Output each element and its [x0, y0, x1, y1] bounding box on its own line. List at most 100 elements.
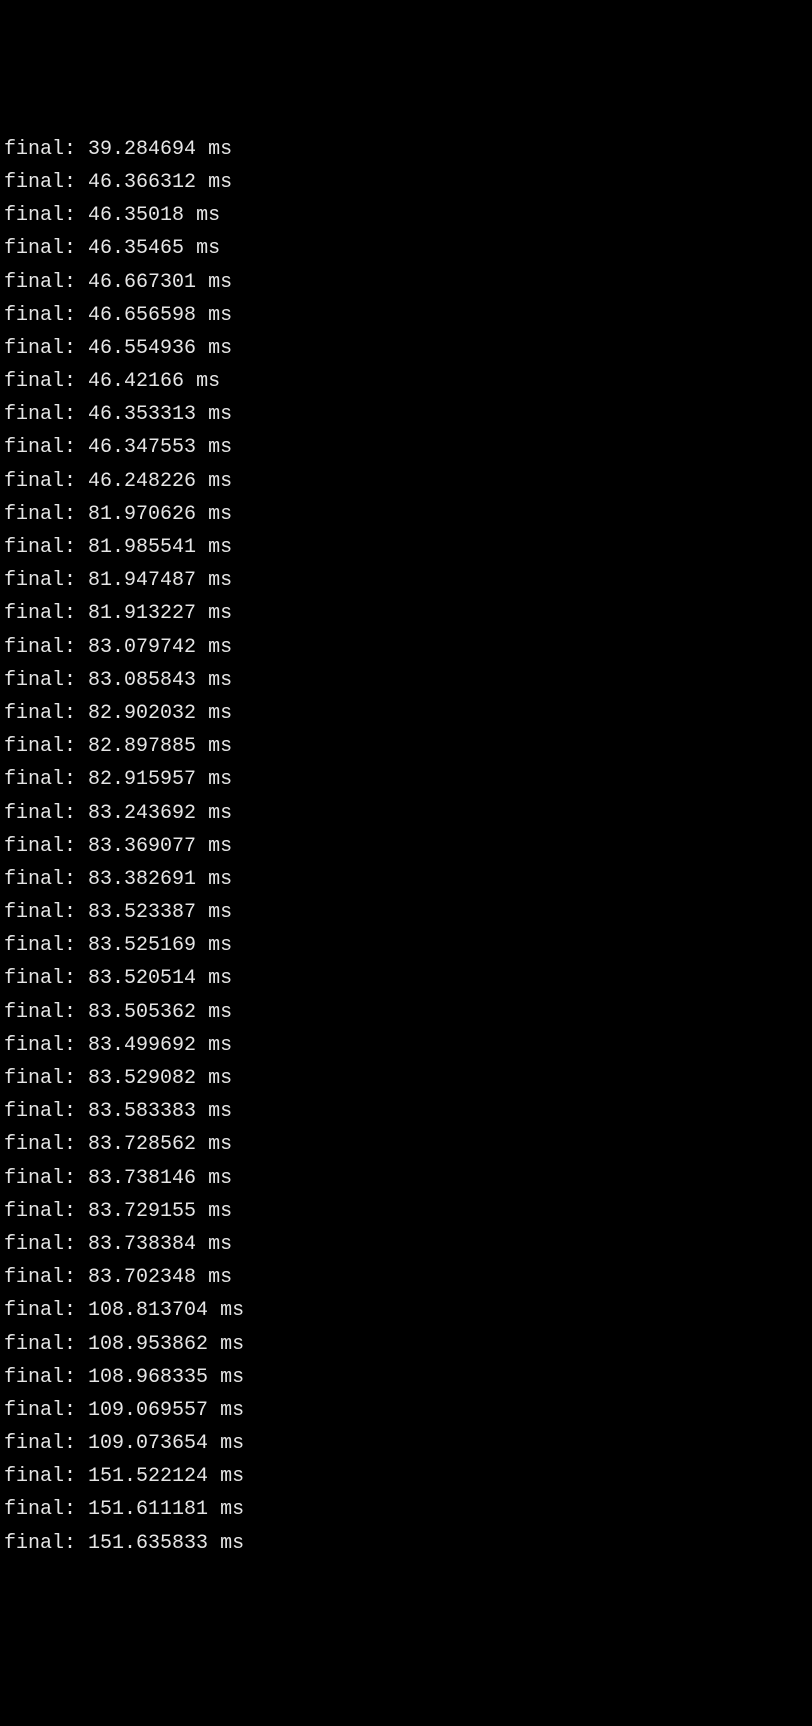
log-label: final: — [4, 1299, 76, 1322]
log-value: 108.968335 — [88, 1366, 208, 1389]
log-unit: ms — [220, 1498, 244, 1521]
log-line: final: 108.813704 ms — [4, 1294, 808, 1327]
log-value: 46.554936 — [88, 337, 196, 360]
log-label: final: — [4, 337, 76, 360]
log-line: final: 83.738384 ms — [4, 1228, 808, 1261]
log-unit: ms — [208, 1067, 232, 1090]
log-label: final: — [4, 204, 76, 227]
log-value: 82.915957 — [88, 768, 196, 791]
log-value: 108.953862 — [88, 1333, 208, 1356]
log-value: 46.656598 — [88, 304, 196, 327]
log-line: final: 151.522124 ms — [4, 1460, 808, 1493]
log-value: 109.069557 — [88, 1399, 208, 1422]
log-line: final: 83.505362 ms — [4, 996, 808, 1029]
log-line: final: 151.635833 ms — [4, 1527, 808, 1560]
log-value: 46.353313 — [88, 403, 196, 426]
log-line: final: 83.520514 ms — [4, 962, 808, 995]
log-label: final: — [4, 1233, 76, 1256]
log-value: 46.42166 — [88, 370, 184, 393]
log-value: 83.728562 — [88, 1133, 196, 1156]
log-label: final: — [4, 1366, 76, 1389]
log-line: final: 83.523387 ms — [4, 896, 808, 929]
log-value: 83.729155 — [88, 1200, 196, 1223]
log-line: final: 82.902032 ms — [4, 697, 808, 730]
log-value: 83.085843 — [88, 669, 196, 692]
log-unit: ms — [220, 1399, 244, 1422]
log-line: final: 81.985541 ms — [4, 531, 808, 564]
log-unit: ms — [208, 304, 232, 327]
log-label: final: — [4, 967, 76, 990]
log-unit: ms — [208, 470, 232, 493]
log-unit: ms — [208, 436, 232, 459]
log-line: final: 83.382691 ms — [4, 863, 808, 896]
log-label: final: — [4, 304, 76, 327]
log-line: final: 39.284694 ms — [4, 133, 808, 166]
log-label: final: — [4, 536, 76, 559]
log-value: 83.382691 — [88, 868, 196, 891]
log-label: final: — [4, 237, 76, 260]
log-unit: ms — [208, 1001, 232, 1024]
log-value: 46.35465 — [88, 237, 184, 260]
log-unit: ms — [208, 735, 232, 758]
log-label: final: — [4, 1498, 76, 1521]
log-value: 151.635833 — [88, 1532, 208, 1555]
log-line: final: 109.069557 ms — [4, 1394, 808, 1427]
log-label: final: — [4, 271, 76, 294]
log-line: final: 46.35465 ms — [4, 232, 808, 265]
log-value: 81.947487 — [88, 569, 196, 592]
log-label: final: — [4, 171, 76, 194]
log-unit: ms — [196, 237, 220, 260]
log-value: 46.248226 — [88, 470, 196, 493]
log-label: final: — [4, 403, 76, 426]
log-value: 83.738384 — [88, 1233, 196, 1256]
log-value: 83.529082 — [88, 1067, 196, 1090]
log-line: final: 46.42166 ms — [4, 365, 808, 398]
log-label: final: — [4, 901, 76, 924]
log-unit: ms — [208, 901, 232, 924]
log-label: final: — [4, 370, 76, 393]
log-line: final: 81.947487 ms — [4, 564, 808, 597]
log-unit: ms — [208, 602, 232, 625]
log-label: final: — [4, 1034, 76, 1057]
log-label: final: — [4, 1167, 76, 1190]
log-value: 83.079742 — [88, 636, 196, 659]
log-unit: ms — [208, 1133, 232, 1156]
log-unit: ms — [208, 138, 232, 161]
log-value: 151.611181 — [88, 1498, 208, 1521]
log-label: final: — [4, 436, 76, 459]
log-label: final: — [4, 934, 76, 957]
log-unit: ms — [208, 1100, 232, 1123]
log-label: final: — [4, 1465, 76, 1488]
log-unit: ms — [208, 702, 232, 725]
log-unit: ms — [208, 569, 232, 592]
log-unit: ms — [220, 1465, 244, 1488]
log-value: 81.913227 — [88, 602, 196, 625]
log-unit: ms — [208, 337, 232, 360]
log-value: 83.369077 — [88, 835, 196, 858]
log-line: final: 83.729155 ms — [4, 1195, 808, 1228]
log-unit: ms — [208, 669, 232, 692]
log-label: final: — [4, 1399, 76, 1422]
log-value: 83.243692 — [88, 802, 196, 825]
log-unit: ms — [208, 835, 232, 858]
log-label: final: — [4, 602, 76, 625]
log-value: 83.499692 — [88, 1034, 196, 1057]
log-line: final: 81.970626 ms — [4, 498, 808, 531]
log-unit: ms — [208, 636, 232, 659]
log-line: final: 108.953862 ms — [4, 1328, 808, 1361]
log-unit: ms — [220, 1299, 244, 1322]
log-value: 83.702348 — [88, 1266, 196, 1289]
log-line: final: 46.656598 ms — [4, 299, 808, 332]
log-unit: ms — [208, 271, 232, 294]
log-value: 83.505362 — [88, 1001, 196, 1024]
log-line: final: 82.915957 ms — [4, 763, 808, 796]
log-label: final: — [4, 1266, 76, 1289]
log-unit: ms — [196, 370, 220, 393]
log-value: 83.525169 — [88, 934, 196, 957]
log-label: final: — [4, 702, 76, 725]
log-value: 46.667301 — [88, 271, 196, 294]
log-unit: ms — [208, 1167, 232, 1190]
log-value: 83.520514 — [88, 967, 196, 990]
log-value: 46.347553 — [88, 436, 196, 459]
log-unit: ms — [208, 536, 232, 559]
